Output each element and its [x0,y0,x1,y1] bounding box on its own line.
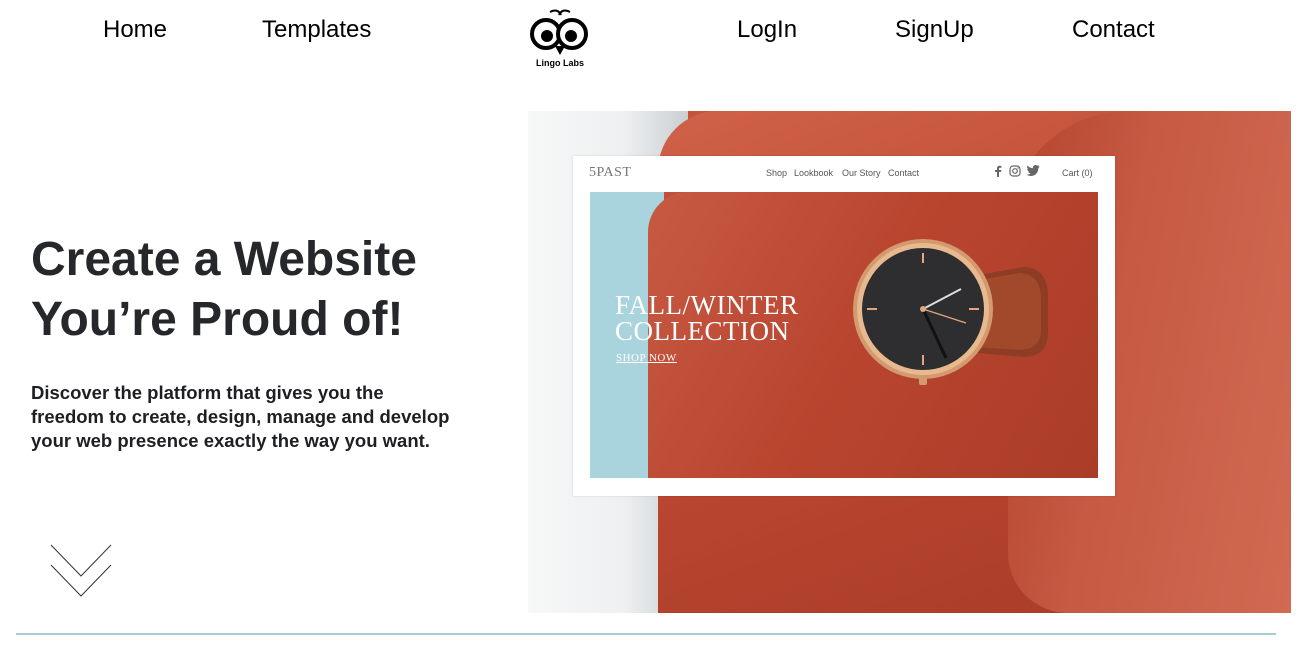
mockup-headline-line-2: COLLECTION [615,316,790,346]
nav-login-link[interactable]: LogIn [737,14,797,46]
mockup-brand: 5PAST [589,165,632,180]
section-divider [16,633,1276,635]
mockup-nav-contact: Contact [888,168,920,178]
mockup-nav-shop: Shop [766,168,788,178]
mockup-cart: Cart (0) [1062,168,1093,178]
logo-text: Lingo Labs [536,58,584,68]
nav-signup-link[interactable]: SignUp [895,14,974,46]
twitter-icon [1027,165,1040,176]
top-navigation: Home Templates Lingo Labs LogIn SignUp C… [0,0,1305,80]
lingo-labs-logo[interactable]: Lingo Labs [528,6,592,72]
hero-title-line-1: Create a Website [31,233,417,286]
mockup-shop-now-link: SHOP NOW [616,352,677,364]
hero-description: Discover the platform that gives you the… [31,382,450,451]
scroll-down-chevron-icon[interactable] [50,544,112,598]
mockup-nav-our-story: Our Story [842,168,881,178]
mockup-headline: FALL/WINTER COLLECTION [615,292,798,346]
hero-showcase-image: 5PAST Shop Lookbook Our Story Contact Ca… [528,111,1291,613]
hero-title: Create a Website You’re Proud of! [31,230,501,350]
facebook-icon [995,165,1002,177]
nav-home-link[interactable]: Home [103,14,167,46]
hero-title-line-2: You’re Proud of! [31,293,404,346]
nav-contact-link[interactable]: Contact [1072,14,1155,46]
instagram-icon [1009,165,1021,177]
mockup-nav-lookbook: Lookbook [794,168,834,178]
nav-templates-link[interactable]: Templates [262,14,371,46]
owl-logo-icon [530,9,588,55]
watch-illustration [853,239,1048,385]
